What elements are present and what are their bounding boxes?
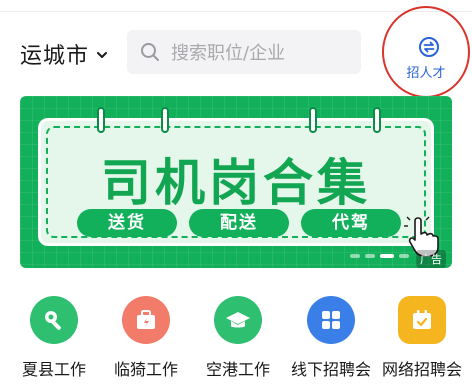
recruit-talent-button[interactable]: 招人才 — [382, 6, 470, 98]
promo-banner[interactable]: 司机岗合集 送货 配送 代驾 广告 — [20, 96, 452, 268]
shortcut-online-job-fair[interactable]: 网络招聘会 — [377, 290, 467, 380]
carousel-dot-active — [380, 254, 394, 258]
carousel-dot — [399, 254, 409, 258]
shortcut-airport-jobs[interactable]: 空港工作 — [193, 290, 283, 380]
recruit-label: 招人才 — [406, 66, 446, 81]
search-icon — [139, 41, 161, 63]
chevron-down-icon — [95, 47, 109, 61]
shortcut-offline-job-fair[interactable]: 线下招聘会 — [286, 290, 376, 380]
banner-title: 司机岗合集 — [101, 154, 371, 212]
shortcut-label: 网络招聘会 — [381, 360, 462, 379]
carousel-dot — [365, 254, 375, 258]
search-box[interactable]: 搜索职位/企业 — [127, 30, 361, 74]
banner-tag-distribution: 配送 — [189, 209, 289, 237]
wrench-icon — [30, 296, 78, 344]
shortcut-label: 线下招聘会 — [290, 360, 371, 379]
binder-ring — [309, 107, 317, 133]
city-name: 运城市 — [20, 44, 90, 69]
shortcut-label: 临猗工作 — [113, 360, 178, 379]
shortcut-xiaxian-jobs[interactable]: 夏县工作 — [9, 290, 99, 380]
calendar-icon — [398, 296, 446, 344]
banner-tag-designated-driver: 代驾 — [301, 209, 401, 237]
binder-ring — [97, 107, 105, 133]
briefcase-icon — [122, 296, 170, 344]
carousel-indicator — [350, 254, 409, 258]
banner-tag-delivery: 送货 — [77, 209, 177, 237]
shortcut-label: 夏县工作 — [21, 360, 86, 379]
ad-label: 广告 — [416, 250, 446, 268]
shortcut-grid: 夏县工作 临猗工作 空港工作 线下招聘会 网络招聘会 — [0, 290, 472, 388]
shortcut-linyi-jobs[interactable]: 临猗工作 — [101, 290, 191, 380]
banner-card: 司机岗合集 送货 配送 代驾 — [38, 107, 434, 246]
exchange-icon — [418, 36, 440, 58]
shortcut-label: 空港工作 — [205, 360, 270, 379]
top-divider — [0, 0, 472, 12]
city-selector[interactable]: 运城市 — [20, 38, 109, 70]
graduation-cap-icon — [214, 296, 262, 344]
grid-icon — [307, 296, 355, 344]
search-placeholder: 搜索职位/企业 — [171, 43, 286, 64]
binder-ring — [373, 107, 381, 133]
binder-ring — [161, 107, 169, 133]
carousel-dot — [350, 254, 360, 258]
